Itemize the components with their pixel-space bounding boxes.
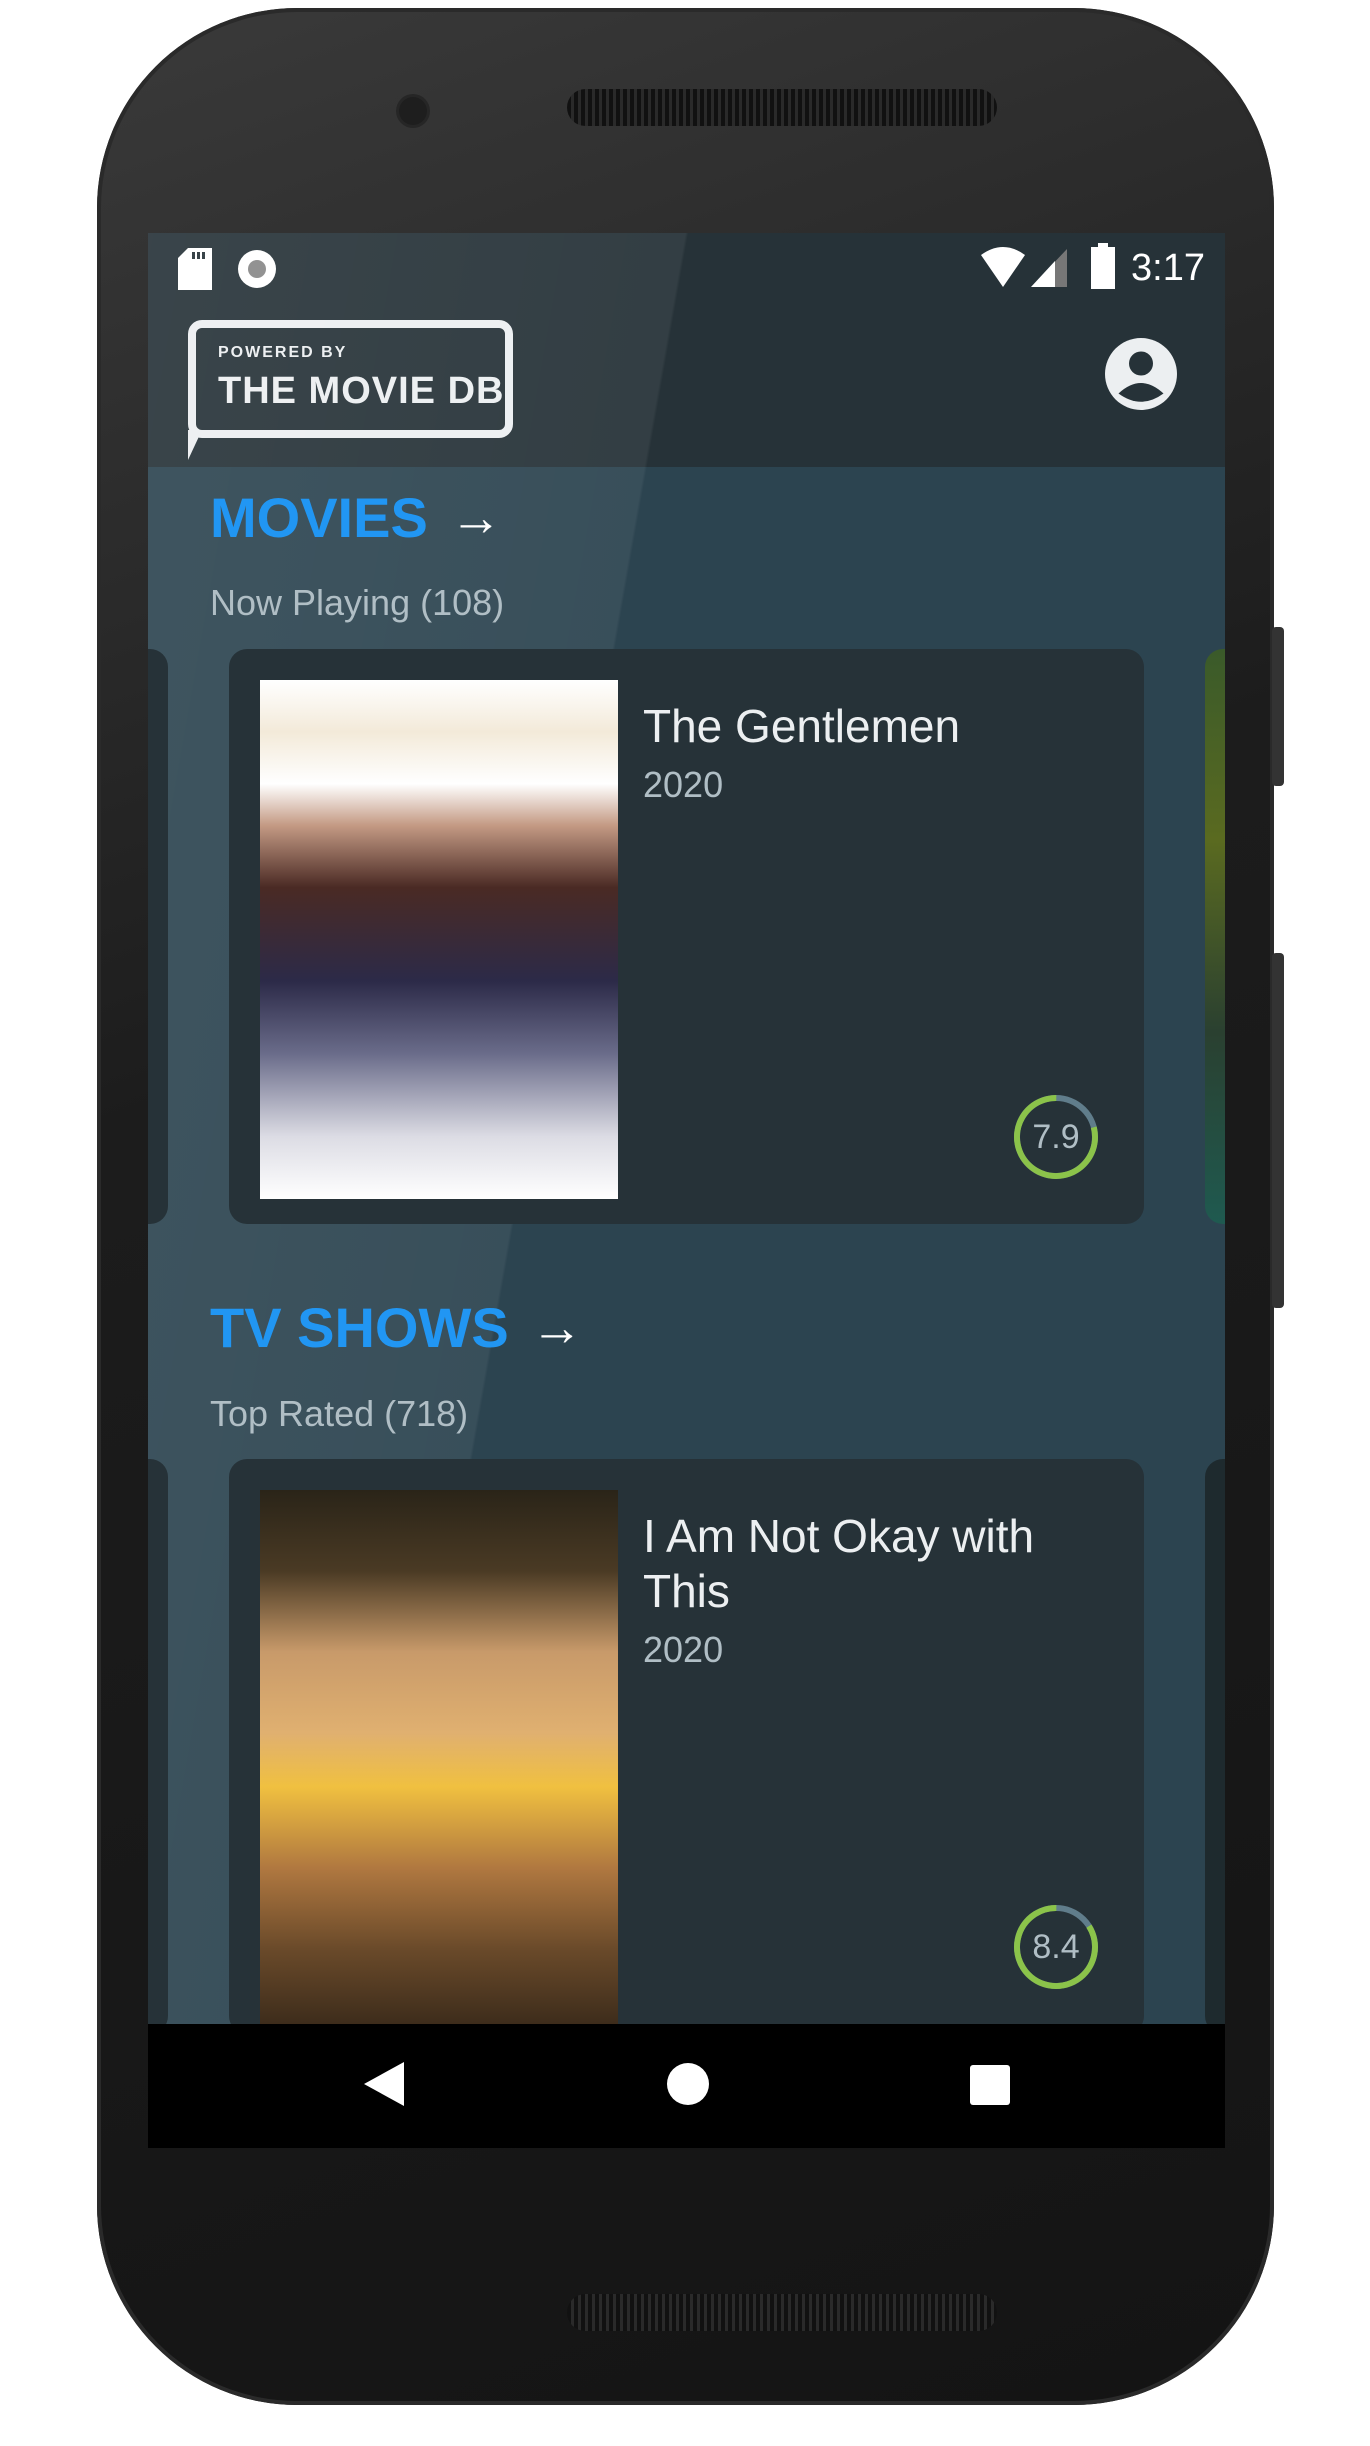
tv-show-poster xyxy=(260,1490,618,2030)
movie-poster xyxy=(260,680,618,1199)
signal-icon xyxy=(1031,249,1067,287)
previous-card[interactable] xyxy=(148,649,168,1224)
next-card[interactable] xyxy=(1205,1459,1225,2034)
arrow-right-icon: → xyxy=(449,489,502,547)
tv-show-card[interactable]: I Am Not Okay with This 2020 8.4 xyxy=(229,1459,1144,2034)
recents-icon[interactable] xyxy=(970,2065,1010,2105)
movies-title: MOVIES xyxy=(210,486,428,549)
movie-card[interactable]: The Gentlemen 2020 7.9 xyxy=(229,649,1144,1224)
power-button xyxy=(1272,627,1284,786)
rating-badge: 7.9 xyxy=(1011,1092,1101,1182)
logo-tail xyxy=(188,430,202,460)
back-icon[interactable] xyxy=(364,2062,404,2106)
bottom-speaker xyxy=(567,2294,997,2331)
previous-card[interactable] xyxy=(148,1459,168,2034)
navigation-bar xyxy=(148,2024,1225,2148)
earpiece-speaker xyxy=(567,89,997,126)
tv-show-year: 2020 xyxy=(643,1629,724,1670)
movie-title: The Gentlemen xyxy=(643,700,961,752)
movie-year: 2020 xyxy=(643,764,724,805)
sync-icon xyxy=(238,250,276,288)
rating-value: 7.9 xyxy=(1032,1117,1080,1156)
logo-powered-by: POWERED BY xyxy=(218,344,348,361)
movies-section-link[interactable]: MOVIES → xyxy=(210,486,502,550)
home-icon[interactable] xyxy=(666,2062,710,2106)
battery-icon xyxy=(1091,243,1115,289)
toolbar: POWERED BY THE MOVIE DB xyxy=(148,304,1225,467)
status-time: 3:17 xyxy=(1131,247,1205,289)
rating-badge: 8.4 xyxy=(1011,1902,1101,1992)
wifi-icon xyxy=(981,247,1025,287)
rating-value: 8.4 xyxy=(1032,1927,1080,1966)
movies-subtitle: Now Playing (108) xyxy=(210,582,505,623)
front-camera xyxy=(399,97,427,125)
account-circle-icon[interactable] xyxy=(1105,338,1177,410)
volume-button xyxy=(1272,953,1284,1308)
status-bar: 3:17 xyxy=(148,233,1225,304)
app-screen: 3:17 POWERED BY THE MOVIE DB MOVIES → Now… xyxy=(148,233,1225,2148)
sd-card-icon xyxy=(178,248,212,290)
tv-shows-title: TV SHOWS xyxy=(210,1296,509,1359)
next-card[interactable] xyxy=(1205,649,1225,1224)
arrow-right-icon: → xyxy=(530,1299,583,1357)
tmdb-logo: POWERED BY THE MOVIE DB xyxy=(188,320,513,460)
tv-show-title: I Am Not Okay with This xyxy=(643,1510,1035,1617)
tv-shows-subtitle: Top Rated (718) xyxy=(210,1393,469,1434)
logo-name: THE MOVIE DB xyxy=(218,370,505,412)
tv-shows-section-link[interactable]: TV SHOWS → xyxy=(210,1296,583,1360)
